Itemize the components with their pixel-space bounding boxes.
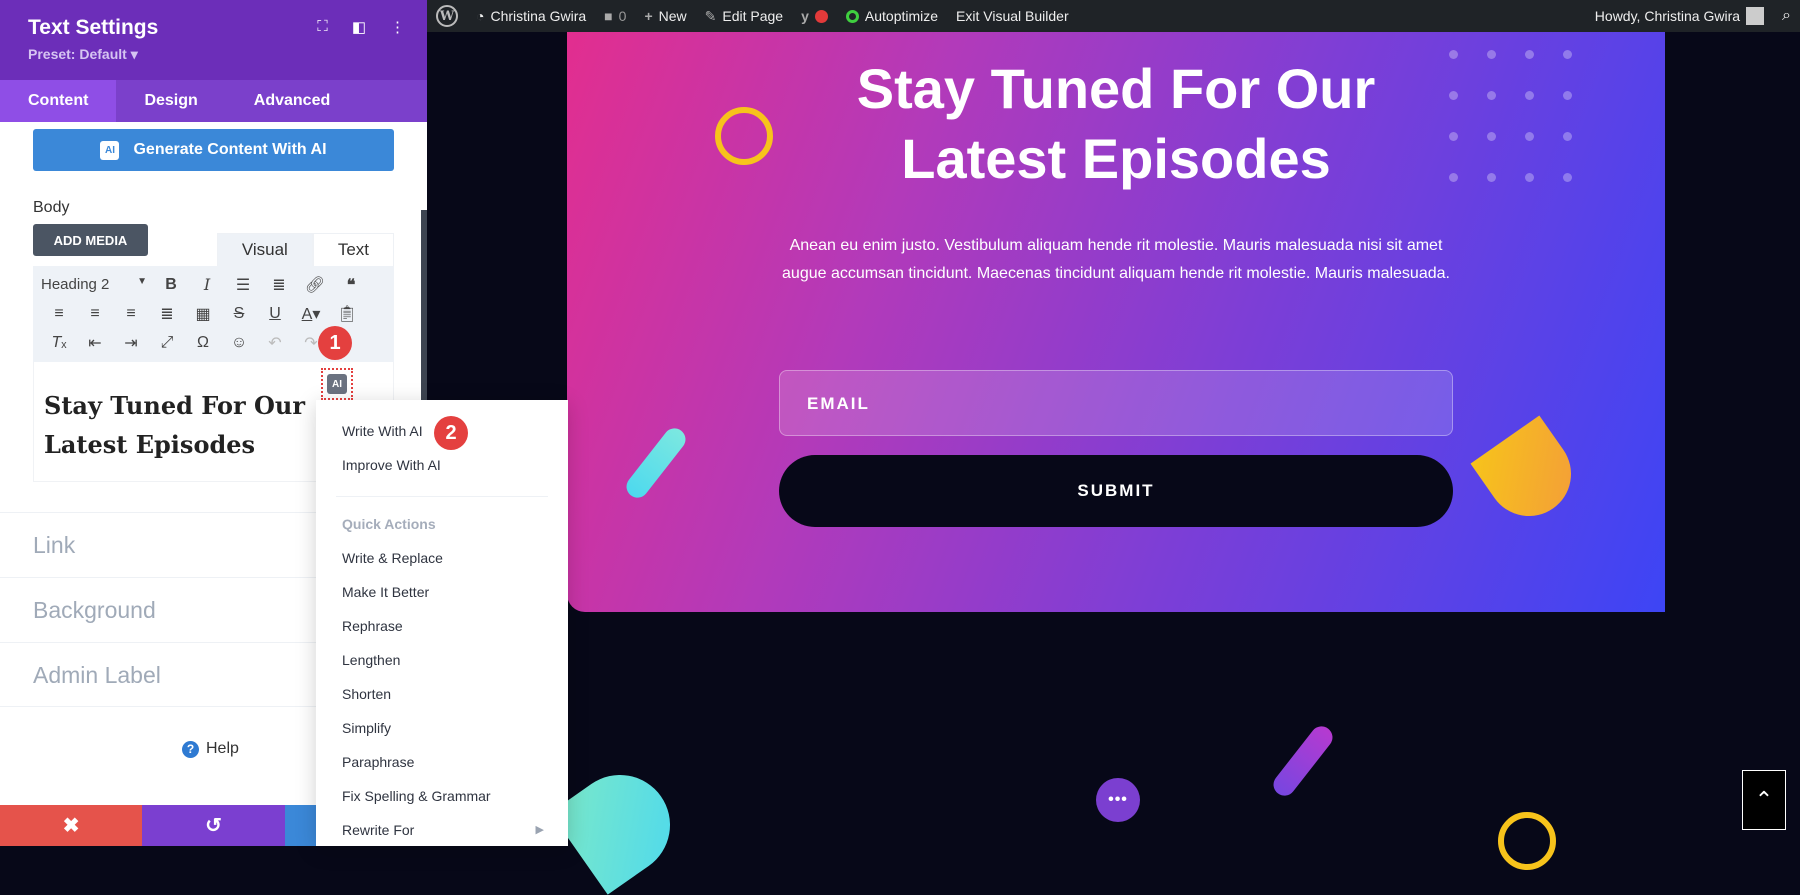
underline-icon[interactable]: U <box>257 305 293 323</box>
comment-icon: ■ <box>604 8 613 24</box>
tab-advanced[interactable]: Advanced <box>226 80 358 122</box>
back-to-top-button[interactable]: ⌃ <box>1742 770 1786 830</box>
help-link[interactable]: ? Help <box>182 740 239 758</box>
menu-item-shorten[interactable]: Shorten <box>316 677 568 711</box>
justify-icon[interactable]: ≣ <box>149 304 185 324</box>
yoast-menu[interactable]: y <box>792 0 837 32</box>
italic-icon[interactable]: I <box>189 275 225 295</box>
table-icon[interactable]: ▦ <box>185 304 221 324</box>
yellow-ring-shape-bottom <box>1498 812 1556 870</box>
add-media-button[interactable]: ADD MEDIA <box>33 224 148 256</box>
align-right-icon[interactable]: ≡ <box>113 305 149 323</box>
comments-link[interactable]: ■ 0 <box>595 0 635 32</box>
menu-item-lengthen[interactable]: Lengthen <box>316 643 568 677</box>
hero-section: Stay Tuned For Our Latest Episodes Anean … <box>567 32 1665 612</box>
ai-assist-button[interactable]: AI <box>321 368 353 400</box>
menu-item-paraphrase[interactable]: Paraphrase <box>316 745 568 779</box>
help-icon: ? <box>182 740 199 758</box>
chevron-up-icon: ⌃ <box>1754 787 1774 812</box>
menu-item-make-it-better[interactable]: Make It Better <box>316 575 568 609</box>
step-badge-1: 1 <box>318 326 352 360</box>
panel-header: Text Settings Preset: Default ▾ ⛶ ◧ ⋮ <box>0 0 427 80</box>
account-menu[interactable]: Howdy, Christina Gwira <box>1586 0 1773 32</box>
text-color-icon[interactable]: A▾ <box>293 304 329 324</box>
bullet-list-icon[interactable]: ☰ <box>225 275 261 295</box>
menu-item-write-replace[interactable]: Write & Replace <box>316 541 568 575</box>
dashboard-icon: ◔ <box>476 8 485 24</box>
yellow-half-circle-shape <box>1470 415 1588 533</box>
yoast-icon: y <box>801 8 809 24</box>
format-select[interactable]: Heading 2 ▼ <box>41 276 153 293</box>
menu-item-rewrite-for[interactable]: Rewrite For ▶ <box>316 813 568 847</box>
tab-visual[interactable]: Visual <box>216 233 313 266</box>
tab-content[interactable]: Content <box>0 80 117 122</box>
fullscreen-icon[interactable]: ⛶ <box>317 18 328 36</box>
numbered-list-icon[interactable]: ≣ <box>261 275 297 295</box>
menu-divider <box>336 496 548 497</box>
editor-toolbar: Heading 2 ▼ B I ☰ ≣ 🔗︎ ❝ ≡ ≡ ≡ ≣ ▦ S U A▾… <box>33 266 394 362</box>
hero-text: Anean eu enim justo. Vestibulum aliquam … <box>782 237 1450 282</box>
tab-text[interactable]: Text <box>312 233 394 266</box>
more-options-icon[interactable]: ⋮ <box>390 18 405 36</box>
admin-bar: W ◔ Christina Gwira ■ 0 + New ✎ Edit Page y … <box>427 0 1800 32</box>
ai-icon: AI <box>100 140 120 160</box>
exit-visual-builder-link[interactable]: Exit Visual Builder <box>947 0 1078 32</box>
email-input[interactable]: EMAIL <box>779 370 1453 436</box>
paste-text-icon[interactable]: 📋︎ <box>329 304 365 324</box>
quick-actions-header: Quick Actions <box>342 516 436 532</box>
body-label: Body <box>33 199 70 216</box>
cyan-pill-shape <box>622 423 690 503</box>
align-left-icon[interactable]: ≡ <box>41 305 77 323</box>
search-button[interactable]: ⌕ <box>1773 0 1800 32</box>
chevron-right-icon: ▶ <box>535 824 544 836</box>
undo-icon[interactable]: ↶ <box>257 333 293 353</box>
bold-icon[interactable]: B <box>153 276 189 294</box>
special-character-icon[interactable]: Ω <box>185 334 221 352</box>
pencil-icon: ✎ <box>704 7 717 24</box>
menu-item-fix-spelling-grammar[interactable]: Fix Spelling & Grammar <box>316 779 568 813</box>
ai-icon: AI <box>327 374 347 394</box>
wordpress-logo-icon: W <box>436 5 458 27</box>
hero-title: Stay Tuned For Our Latest Episodes <box>856 57 1376 190</box>
split-view-icon[interactable]: ◧ <box>352 18 366 36</box>
ellipsis-icon: ••• <box>1108 791 1128 808</box>
step-badge-2: 2 <box>434 416 468 450</box>
emoji-icon[interactable]: ☺ <box>221 334 257 352</box>
submit-button[interactable]: SUBMIT <box>779 455 1453 527</box>
undo-icon: ↺ <box>205 815 222 837</box>
avatar <box>1746 7 1765 25</box>
plus-icon: + <box>644 8 653 24</box>
edit-page-link[interactable]: ✎ Edit Page <box>696 0 792 32</box>
cyan-half-circle-shape <box>550 755 690 895</box>
generate-content-ai-button[interactable]: AI Generate Content With AI <box>33 129 394 171</box>
ai-dropdown-menu: Write With AI Improve With AI Quick Acti… <box>316 400 568 846</box>
tab-design[interactable]: Design <box>116 80 225 122</box>
menu-item-improve-with-ai[interactable]: Improve With AI <box>316 448 568 482</box>
magenta-pill-shape <box>1269 721 1337 801</box>
cancel-button[interactable]: ✖ <box>0 805 143 846</box>
fullscreen-editor-icon[interactable]: ⤢ <box>149 334 185 352</box>
outdent-icon[interactable]: ⇤ <box>77 333 113 353</box>
undo-button[interactable]: ↺ <box>142 805 285 846</box>
align-center-icon[interactable]: ≡ <box>77 305 113 323</box>
search-icon: ⌕ <box>1782 7 1791 24</box>
settings-tabs: Content Design Advanced <box>0 80 427 122</box>
preset-dropdown[interactable]: Preset: Default ▾ <box>28 46 399 63</box>
builder-more-button[interactable]: ••• <box>1096 778 1140 822</box>
close-icon: ✖ <box>62 815 80 837</box>
indent-icon[interactable]: ⇥ <box>113 333 149 353</box>
site-name-link[interactable]: ◔ Christina Gwira <box>467 0 595 32</box>
menu-item-simplify[interactable]: Simplify <box>316 711 568 745</box>
blockquote-icon[interactable]: ❝ <box>333 275 369 295</box>
menu-item-rephrase[interactable]: Rephrase <box>316 609 568 643</box>
content-heading: Stay Tuned For Our Latest Episodes <box>44 391 305 459</box>
autoptimize-status-icon <box>845 9 859 23</box>
wordpress-menu[interactable]: W <box>427 0 467 32</box>
clear-formatting-icon[interactable]: Tₓ <box>41 334 77 352</box>
seo-status-dot <box>814 9 828 23</box>
link-icon[interactable]: 🔗︎ <box>297 275 333 295</box>
autoptimize-menu[interactable]: Autoptimize <box>837 0 947 32</box>
new-content-link[interactable]: + New <box>635 0 695 32</box>
strikethrough-icon[interactable]: S <box>221 305 257 323</box>
